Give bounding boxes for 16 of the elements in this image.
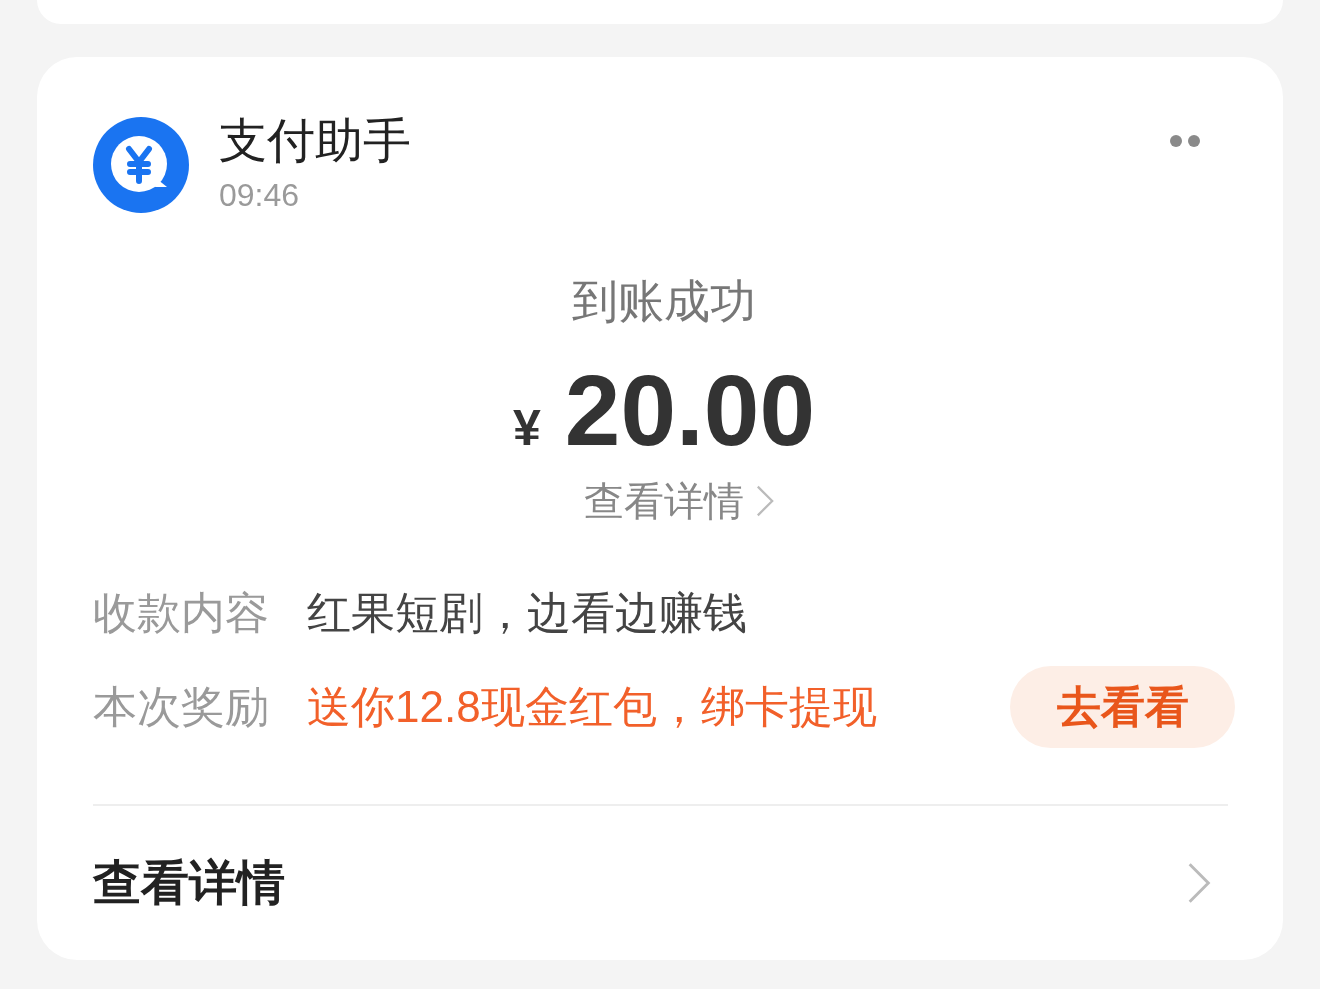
message-time: 09:46 xyxy=(219,176,300,215)
status-text: 到账成功 xyxy=(572,274,756,329)
field-label: 本次奖励 xyxy=(93,681,269,733)
chevron-right-icon xyxy=(1187,862,1211,904)
field-value: 送你12.8现金红包，绑卡提现 xyxy=(307,681,877,733)
field-label: 收款内容 xyxy=(93,587,269,639)
yen-chat-bubble-icon xyxy=(93,117,189,213)
field-value: 红果短剧，边看边赚钱 xyxy=(307,587,747,639)
currency-symbol: ¥ xyxy=(512,399,541,457)
go-see-button[interactable]: 去看看 xyxy=(1010,666,1235,748)
more-icon[interactable] xyxy=(1170,135,1200,147)
amount-value: 20.00 xyxy=(564,355,816,465)
chevron-right-icon xyxy=(756,484,774,518)
sender-name: 支付助手 xyxy=(219,113,411,169)
view-details-link[interactable]: 查看详情 xyxy=(554,475,774,527)
details-row[interactable]: 查看详情 xyxy=(93,806,1235,960)
